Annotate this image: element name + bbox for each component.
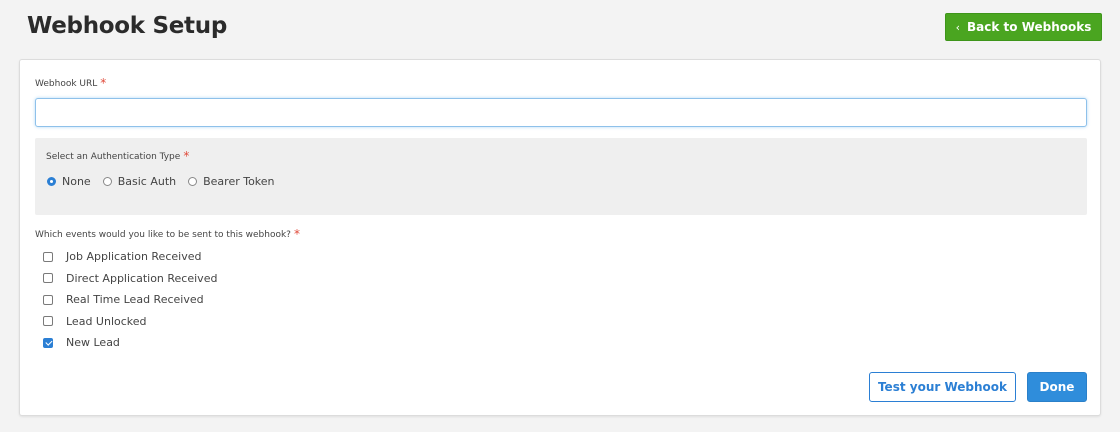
done-button[interactable]: Done (1027, 372, 1087, 402)
events-label: Which events would you like to be sent t… (35, 227, 300, 241)
event-lead-unlocked[interactable]: Lead Unlocked (43, 311, 217, 333)
required-asterisk: * (293, 227, 300, 241)
radio-selected-icon[interactable] (47, 177, 56, 186)
webhook-url-input[interactable] (35, 98, 1087, 127)
auth-option-label: None (62, 175, 91, 188)
checkbox-unchecked-icon[interactable] (43, 273, 53, 284)
back-button-label: Back to Webhooks (967, 20, 1092, 34)
auth-option-bearer-token[interactable]: Bearer Token (188, 175, 275, 188)
checkbox-unchecked-icon[interactable] (43, 251, 53, 262)
event-label: Real Time Lead Received (66, 293, 204, 307)
event-new-lead[interactable]: New Lead (43, 332, 217, 354)
auth-type-radio-group: None Basic Auth Bearer Token (47, 175, 287, 188)
auth-type-label: Select an Authentication Type * (46, 149, 190, 163)
event-label: Lead Unlocked (66, 314, 147, 328)
event-label: New Lead (66, 336, 120, 350)
webhook-url-label-text: Webhook URL (35, 79, 98, 89)
page-title: Webhook Setup (27, 13, 227, 39)
back-to-webhooks-button[interactable]: ‹ Back to Webhooks (945, 13, 1102, 41)
auth-option-none[interactable]: None (47, 175, 91, 188)
checkbox-unchecked-icon[interactable] (43, 316, 53, 327)
event-job-application-received[interactable]: Job Application Received (43, 246, 217, 268)
webhook-form-card: Webhook URL * Select an Authentication T… (19, 59, 1101, 416)
auth-option-basic-auth[interactable]: Basic Auth (102, 175, 177, 188)
event-label: Direct Application Received (66, 271, 218, 285)
checkbox-checked-icon[interactable] (43, 337, 53, 348)
auth-option-label: Bearer Token (203, 175, 275, 188)
page-header: Webhook Setup ‹ Back to Webhooks (0, 0, 1120, 58)
auth-type-section: Select an Authentication Type * None Bas… (35, 138, 1087, 215)
checkbox-unchecked-icon[interactable] (43, 294, 53, 305)
events-checkbox-list: Job Application Received Direct Applicat… (43, 246, 217, 354)
required-asterisk: * (100, 76, 107, 90)
events-label-text: Which events would you like to be sent t… (35, 230, 291, 240)
event-direct-application-received[interactable]: Direct Application Received (43, 268, 217, 290)
chevron-left-icon: ‹ (955, 20, 961, 34)
webhook-url-label: Webhook URL * (35, 76, 107, 90)
auth-option-label: Basic Auth (117, 175, 177, 188)
required-asterisk: * (183, 149, 190, 163)
test-webhook-button[interactable]: Test your Webhook (869, 372, 1016, 402)
auth-type-label-text: Select an Authentication Type (46, 152, 181, 162)
radio-unselected-icon[interactable] (102, 177, 112, 186)
event-label: Job Application Received (66, 250, 202, 264)
event-real-time-lead-received[interactable]: Real Time Lead Received (43, 289, 217, 311)
radio-unselected-icon[interactable] (188, 177, 198, 186)
